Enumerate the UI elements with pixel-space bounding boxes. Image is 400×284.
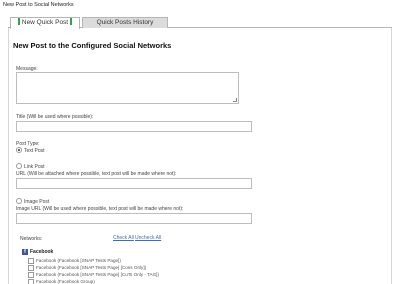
facebook-account-checkbox[interactable]: [28, 265, 34, 271]
facebook-account-label: Facebook (Facebook [SNAP Tests Page] [Cu…: [36, 272, 159, 277]
facebook-account-checkbox[interactable]: [28, 272, 34, 278]
title-input[interactable]: [16, 121, 252, 132]
facebook-account-label: Facebook (Facebook [SNAP Tests Page]): [36, 258, 121, 263]
tab-label: New Quick Post: [21, 19, 69, 26]
tab-indicator-icon: [70, 18, 73, 25]
text-post-radio[interactable]: [16, 147, 22, 153]
page-title: New Post to Social Networks: [3, 2, 74, 8]
image-post-radio[interactable]: [16, 198, 22, 204]
tab-content: [8, 28, 392, 284]
tab-quick-posts-history[interactable]: Quick Posts History: [82, 17, 168, 28]
facebook-icon: f: [22, 249, 28, 255]
networks-label: Networks:: [20, 236, 43, 242]
facebook-account-label: Facebook (Facebook [SNAP Tests Page] [Co…: [36, 265, 147, 270]
facebook-account-checkbox[interactable]: [28, 258, 34, 264]
message-textarea[interactable]: [16, 72, 239, 104]
title-label: Title (Will be used where possible):: [16, 114, 94, 120]
tab-bar: New Quick Post Quick Posts History: [8, 14, 392, 29]
text-post-label: Text Post: [24, 148, 45, 154]
facebook-account-checkbox[interactable]: [28, 279, 34, 284]
image-url-input[interactable]: [16, 213, 252, 224]
resize-grip-icon[interactable]: [233, 98, 237, 102]
facebook-account-label: Facebook (Facebook Group): [36, 279, 95, 284]
check-all-link[interactable]: Check All: [113, 235, 134, 241]
image-post-label: Image Post: [24, 199, 50, 205]
link-post-radio[interactable]: [16, 163, 22, 169]
url-label: URL (Will be attached where possible, te…: [16, 171, 177, 177]
facebook-section-title: Facebook: [30, 249, 54, 255]
url-input[interactable]: [16, 178, 252, 189]
uncheck-all-link[interactable]: Uncheck All: [135, 235, 161, 241]
form-heading: New Post to the Configured Social Networ…: [13, 41, 172, 50]
link-post-label: Link Post: [24, 164, 45, 170]
image-url-label: Image URL (Will be used where possible, …: [16, 206, 184, 212]
tab-indicator-icon: [17, 18, 20, 25]
